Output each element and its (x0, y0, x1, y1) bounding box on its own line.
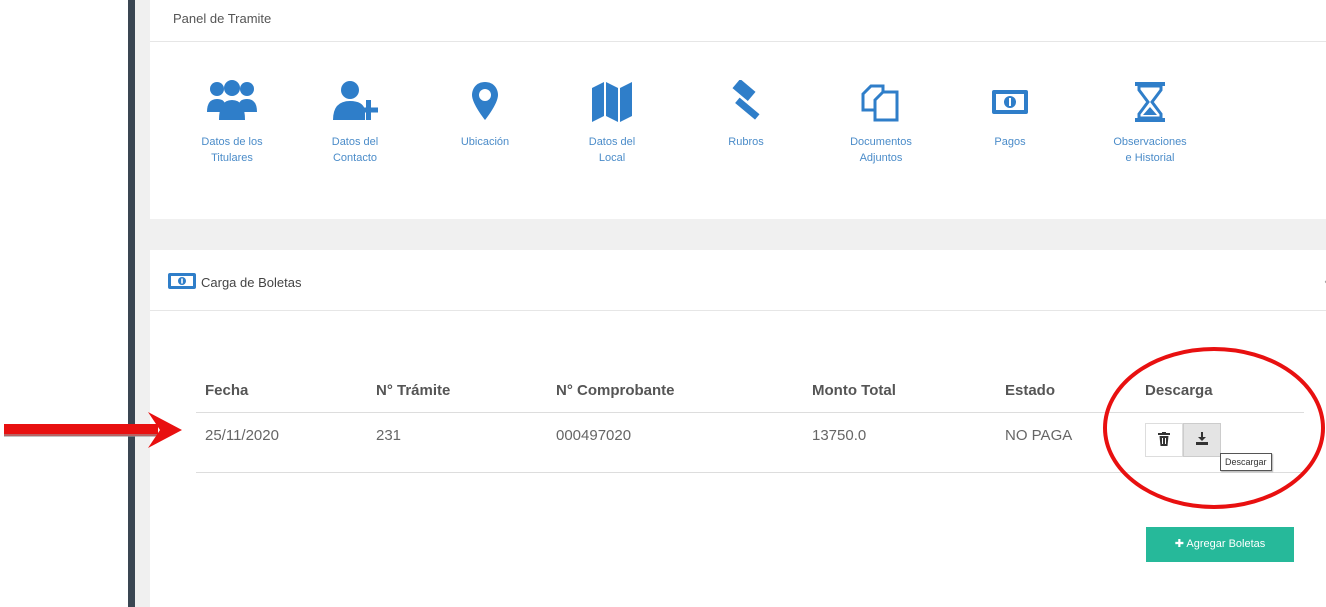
column-header-comprobante: N° Comprobante (547, 370, 803, 413)
nav-item-documentos[interactable]: Documentos Adjuntos (826, 80, 936, 166)
sidebar-edge (128, 0, 135, 607)
table-header-row: Fecha N° Trámite N° Comprobante Monto To… (196, 370, 1304, 413)
download-icon (1196, 431, 1208, 445)
gavel-icon (732, 80, 760, 120)
map-icon (592, 82, 632, 122)
column-header-descarga: Descarga (1136, 370, 1304, 413)
cell-tramite: 231 (367, 412, 547, 473)
panel-boletas-title: Carga de Boletas (201, 275, 302, 290)
cell-monto: 13750.0 (803, 412, 996, 473)
page: Panel de Tramite Datos de los Titulares … (0, 0, 1326, 607)
nav-item-pagos[interactable]: Pagos (955, 80, 1065, 150)
column-header-estado: Estado (996, 370, 1136, 413)
cell-fecha: 25/11/2020 (196, 412, 367, 473)
map-marker-icon (472, 82, 498, 120)
boletas-table: Fecha N° Trámite N° Comprobante Monto To… (196, 370, 1304, 473)
panel-tramite: Panel de Tramite Datos de los Titulares … (150, 0, 1326, 219)
nav-label-local: Datos del Local (588, 136, 636, 164)
nav-item-ubicacion[interactable]: Ubicación (430, 80, 540, 150)
nav-label-documentos: Documentos Adjuntos (850, 136, 912, 164)
nav-item-local[interactable]: Datos del Local (557, 80, 667, 166)
column-header-tramite: N° Trámite (367, 370, 547, 413)
panel-carga-boletas: Carga de Boletas ‹ Fecha N° Trámite N° C… (150, 250, 1326, 607)
column-header-monto: Monto Total (803, 370, 996, 413)
panel-boletas-header: Carga de Boletas ‹ (150, 250, 1326, 311)
nav-item-contacto[interactable]: Datos del Contacto (300, 80, 410, 166)
column-header-fecha: Fecha (196, 370, 367, 413)
cell-estado: NO PAGA (996, 412, 1136, 473)
nav-label-titulares: Datos de los Titulares (201, 136, 263, 164)
nav-label-ubicacion: Ubicación (460, 136, 510, 148)
nav-label-pagos: Pagos (994, 136, 1026, 148)
panel-tramite-title: Panel de Tramite (173, 11, 272, 26)
download-tooltip: Descargar (1220, 453, 1272, 471)
nav-label-rubros: Rubros (728, 136, 764, 148)
nav-label-observaciones: Observaciones e Historial (1113, 136, 1187, 164)
nav-item-titulares[interactable]: Datos de los Titulares (177, 80, 287, 166)
nav-label-contacto: Datos del Contacto (331, 136, 379, 164)
money-bill-icon (992, 90, 1028, 114)
money-bill-icon (168, 273, 196, 289)
panel-tramite-header: Panel de Tramite (150, 0, 1326, 42)
trash-icon (1158, 431, 1170, 446)
add-boletas-button[interactable]: ✚ Agregar Boletas (1146, 527, 1294, 562)
hourglass-icon (1135, 82, 1165, 122)
user-plus-icon (333, 81, 378, 120)
delete-button[interactable] (1145, 422, 1183, 457)
cell-comprobante: 000497020 (547, 412, 803, 473)
files-icon (861, 84, 899, 122)
table-row: 25/11/2020 231 000497020 13750.0 NO PAGA (196, 412, 1304, 473)
download-button[interactable] (1183, 422, 1221, 457)
nav-item-rubros[interactable]: Rubros (691, 80, 801, 150)
nav-item-observaciones[interactable]: Observaciones e Historial (1095, 80, 1205, 166)
users-icon (207, 80, 257, 120)
